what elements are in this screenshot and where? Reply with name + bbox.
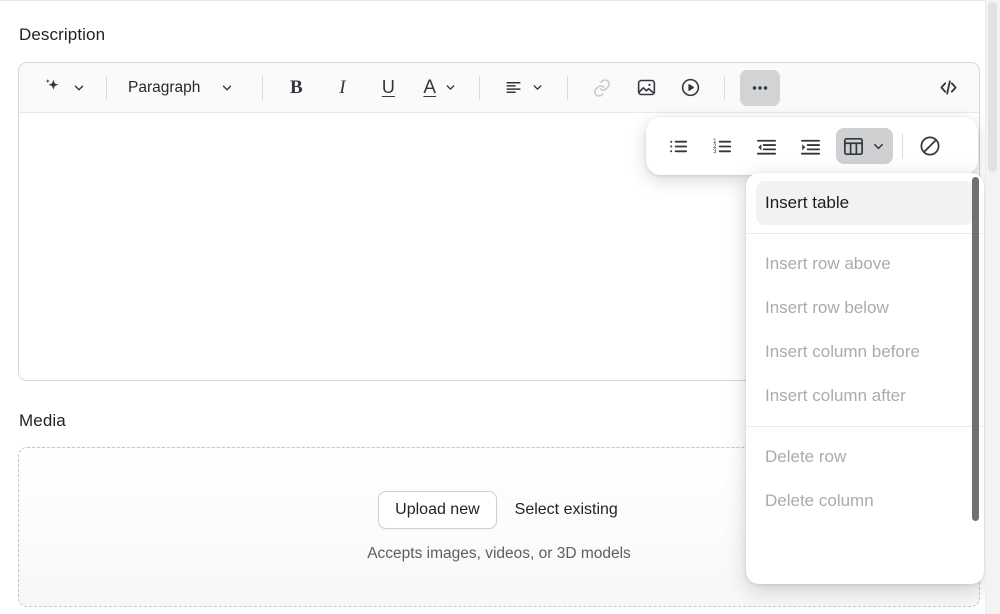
numbered-list-icon: 1 2 3 xyxy=(711,135,734,158)
image-icon xyxy=(636,77,657,98)
prohibited-icon xyxy=(918,134,942,158)
insert-table-dropdown[interactable] xyxy=(836,128,893,164)
text-align-chevron-down-icon xyxy=(526,71,544,105)
ellipsis-icon xyxy=(749,77,771,99)
select-existing-button[interactable]: Select existing xyxy=(513,497,620,523)
insert-link-button xyxy=(585,71,619,105)
text-align-dropdown[interactable] xyxy=(496,71,550,105)
code-brackets-icon xyxy=(937,76,960,99)
underline-button[interactable]: U xyxy=(371,71,405,105)
block-format-dropdown[interactable]: Paragraph xyxy=(118,71,248,105)
source-code-button[interactable] xyxy=(931,71,965,105)
insert-table-chevron-down-icon xyxy=(871,139,886,154)
ai-assist-button[interactable] xyxy=(33,71,95,105)
media-field-label: Media xyxy=(19,411,66,430)
outdent-button[interactable] xyxy=(748,128,784,164)
italic-icon: I xyxy=(339,76,346,98)
text-color-chevron-down-icon xyxy=(438,71,457,105)
menu-item-insert-table[interactable]: Insert table xyxy=(756,181,974,225)
media-accepted-types-hint: Accepts images, videos, or 3D models xyxy=(367,545,631,562)
menu-item-delete-column: Delete column xyxy=(765,491,874,510)
ai-assist-chevron-down-icon xyxy=(69,71,89,105)
menu-item-insert-row-below: Insert row below xyxy=(765,298,889,317)
toolbar-divider xyxy=(106,75,107,100)
align-left-icon xyxy=(502,71,524,105)
menu-divider xyxy=(746,233,984,234)
upload-new-button[interactable]: Upload new xyxy=(378,491,497,529)
clear-formatting-button[interactable] xyxy=(912,128,948,164)
menu-item-insert-column-after: Insert column after xyxy=(765,386,906,405)
block-format-label: Paragraph xyxy=(128,78,201,96)
outdent-icon xyxy=(755,135,778,158)
menu-scrollbar[interactable] xyxy=(972,177,979,521)
underline-icon: U xyxy=(381,77,395,97)
insert-image-button[interactable] xyxy=(629,71,663,105)
menu-divider xyxy=(746,426,984,427)
insert-video-button[interactable] xyxy=(673,71,707,105)
toolbar-divider xyxy=(479,75,481,100)
top-divider xyxy=(0,0,1000,1)
toolbar-divider xyxy=(724,75,726,100)
table-options-menu: Insert table Insert row above Insert row… xyxy=(746,173,984,584)
svg-text:3: 3 xyxy=(713,149,717,155)
float-toolbar-divider xyxy=(902,133,903,159)
text-color-dropdown[interactable]: A xyxy=(417,71,463,105)
description-field-label: Description xyxy=(19,25,106,44)
indent-icon xyxy=(799,135,822,158)
link-icon xyxy=(592,78,612,98)
bold-button[interactable]: B xyxy=(279,71,313,105)
ai-sparkle-icon xyxy=(39,71,65,105)
indent-button[interactable] xyxy=(792,128,828,164)
media-actions: Upload new Select existing xyxy=(378,491,620,529)
menu-item-insert-column-before: Insert column before xyxy=(765,342,920,361)
menu-item-delete-row: Delete row xyxy=(765,447,847,466)
bulleted-list-icon xyxy=(667,135,690,158)
editor-toolbar: Paragraph B I U A xyxy=(19,63,979,113)
toolbar-divider xyxy=(567,75,569,100)
page-scrollbar-thumb[interactable] xyxy=(988,2,997,172)
menu-item-insert-row-above: Insert row above xyxy=(765,254,891,273)
more-options-button[interactable] xyxy=(740,69,781,106)
table-icon xyxy=(842,135,865,158)
block-format-chevron-down-icon xyxy=(206,71,242,105)
video-icon xyxy=(680,77,701,98)
italic-button[interactable]: I xyxy=(325,71,359,105)
toolbar-divider xyxy=(262,75,264,100)
bulleted-list-button[interactable] xyxy=(660,128,696,164)
text-color-icon: A xyxy=(423,76,437,98)
editor-page: Description Paragraph B I U A 1 2 3 Inse… xyxy=(0,0,1000,614)
numbered-list-button[interactable]: 1 2 3 xyxy=(704,128,740,164)
overflow-formatting-toolbar: 1 2 3 xyxy=(646,117,978,175)
bold-icon: B xyxy=(290,76,303,98)
